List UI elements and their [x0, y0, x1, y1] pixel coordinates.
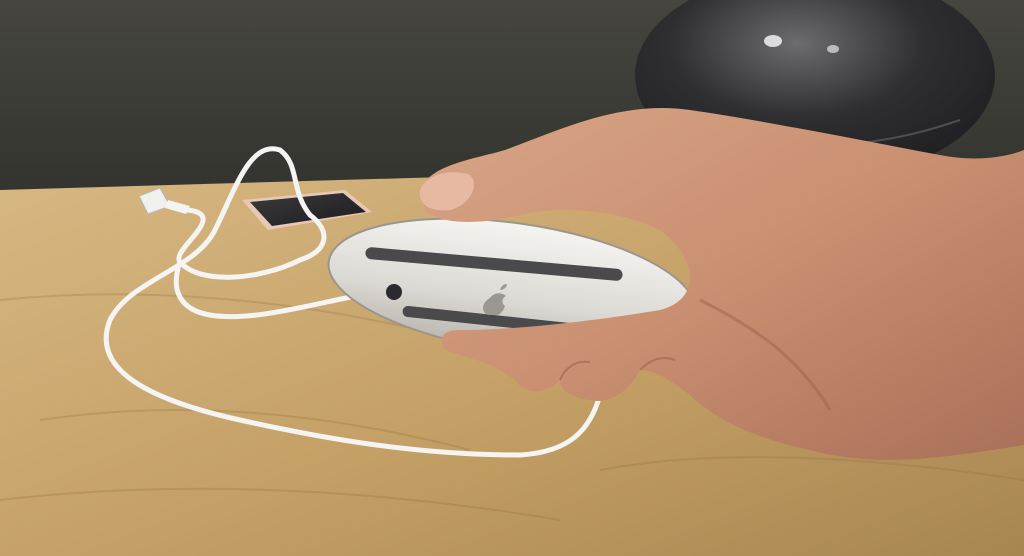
power-switch: [386, 284, 402, 300]
photo-scene: [0, 0, 1024, 556]
photo-illustration: [0, 0, 1024, 556]
